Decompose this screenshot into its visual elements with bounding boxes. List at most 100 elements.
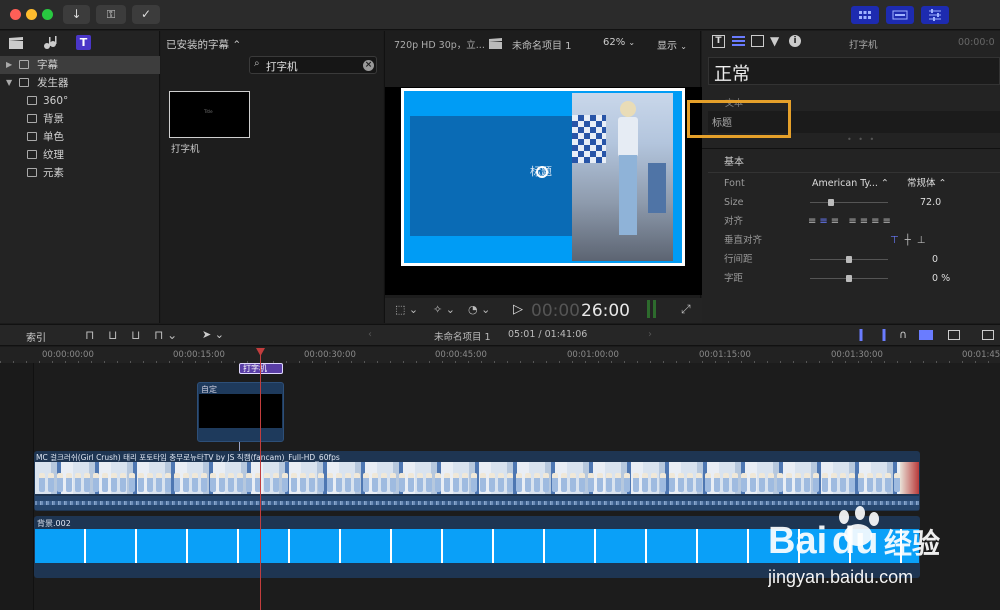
filmstrip-figure: [318, 473, 324, 492]
fullscreen-icon[interactable]: ⤢: [681, 302, 691, 317]
video-frame[interactable]: 标题: [401, 88, 685, 266]
music-icon[interactable]: [42, 35, 58, 51]
select-tool-button[interactable]: ➤ ⌄: [202, 328, 224, 341]
align-buttons[interactable]: ≡≡≡ ≡≡≡≡: [808, 212, 894, 231]
line-spacing-slider[interactable]: [810, 256, 888, 263]
title-tab-icon[interactable]: [732, 36, 745, 47]
filmstrip-figure: [741, 473, 747, 492]
play-button[interactable]: ▷: [513, 302, 523, 317]
filmstrip-figure: [66, 473, 72, 492]
snapping-icon[interactable]: [919, 330, 933, 340]
hanging-jeans: [648, 163, 666, 213]
back-arrow-icon[interactable]: ‹: [368, 329, 372, 340]
effects-browser-icon[interactable]: [982, 330, 994, 340]
sidebar-item-label: 元素: [43, 167, 64, 179]
filmstrip-figure: [183, 473, 189, 492]
sidebar-item-backgrounds[interactable]: 背景: [0, 110, 160, 128]
search-field[interactable]: ⌕ 打字机 ×: [249, 56, 377, 74]
zoom-window-button[interactable]: [42, 9, 53, 20]
close-window-button[interactable]: [10, 9, 21, 20]
filmstrip-figure: [210, 473, 216, 492]
sidebar-item-textures[interactable]: 纹理: [0, 146, 160, 164]
sidebar-item-elements[interactable]: 元素: [0, 164, 160, 182]
zoom-menu[interactable]: 62% ⌄: [603, 37, 635, 48]
ruler-label: 00:00:30:00: [304, 350, 356, 360]
inspector: T ▼ i 打字机 00:00:0 正常 文本 标题 • • • 基本 Font…: [702, 31, 1000, 323]
vertical-align-buttons[interactable]: ⊤┼⊥: [890, 231, 931, 250]
titles-generators-icon[interactable]: T: [76, 35, 91, 50]
title-clip[interactable]: 打字机: [239, 363, 283, 374]
timeline-ruler[interactable]: 00:00:00:00 00:00:15:00 00:00:30:00 00:0…: [0, 347, 1000, 363]
browser-toggle-button[interactable]: [851, 6, 879, 24]
clapper-icon: [489, 38, 502, 49]
row-label: 对齐: [724, 216, 744, 227]
filmstrip-figure: [633, 473, 639, 492]
font-family-popup[interactable]: American Ty... ⌃: [812, 174, 889, 193]
clear-search-icon[interactable]: ×: [363, 60, 374, 71]
enhance-icon[interactable]: ✧ ⌄: [433, 303, 455, 316]
filmstrip-figure: [606, 473, 612, 492]
keywords-button[interactable]: ⚿: [96, 5, 126, 24]
library-sidebar: T ▶ 字幕 ▼ 发生器 360° 背景 单色 纹理 元素: [0, 31, 160, 323]
filmstrip-figure: [489, 473, 495, 492]
connect-clip-button[interactable]: ⊓: [85, 328, 94, 342]
filmstrip-figure: [849, 473, 855, 492]
filmstrip-figure: [147, 473, 153, 492]
size-slider[interactable]: [810, 199, 888, 206]
filter-tab-icon[interactable]: ▼: [770, 34, 779, 48]
disclosure-triangle-icon[interactable]: ▶: [6, 56, 12, 74]
info-tab-icon[interactable]: i: [789, 35, 801, 47]
import-button[interactable]: ↓: [63, 5, 90, 24]
last-frame-thumbnail: [900, 462, 919, 494]
sidebar-item-titles[interactable]: ▶ 字幕: [0, 56, 160, 74]
crosshair-icon[interactable]: [536, 166, 548, 178]
transform-icon[interactable]: ⬚ ⌄: [395, 303, 418, 316]
sidebar-item-360[interactable]: 360°: [0, 92, 160, 110]
video-clip[interactable]: MC 걸크러쉬(Girl Crush) 태리 포토타임 충무로뉴타TV by J…: [34, 451, 920, 511]
minimize-window-button[interactable]: [26, 9, 37, 20]
playhead[interactable]: [260, 350, 261, 610]
titles-icon: [19, 60, 29, 69]
headphones-icon[interactable]: ∩: [899, 328, 907, 341]
tracking-value[interactable]: 0 %: [932, 269, 950, 288]
tracking-slider[interactable]: [810, 275, 888, 282]
append-clip-button[interactable]: ⊔: [131, 328, 140, 342]
size-value[interactable]: 72.0: [920, 193, 941, 212]
search-input[interactable]: 打字机: [266, 59, 298, 74]
index-button[interactable]: 索引: [26, 329, 46, 344]
sidebar-header: T: [0, 31, 160, 55]
clip-appearance-icon[interactable]: [948, 330, 960, 340]
basic-section-header[interactable]: 基本: [702, 148, 1000, 169]
overwrite-clip-button[interactable]: ⊓ ⌄: [154, 328, 177, 342]
speed-icon[interactable]: ◔ ⌄: [468, 303, 490, 316]
resize-handle-icon[interactable]: • • •: [847, 135, 876, 144]
preset-selector[interactable]: 正常: [708, 57, 1000, 85]
generators-icon: [27, 132, 37, 141]
installed-titles-filter[interactable]: 已安装的字幕 ⌃: [166, 37, 241, 52]
timeline-toggle-button[interactable]: [886, 6, 914, 24]
forward-arrow-icon[interactable]: ›: [648, 329, 652, 340]
audio-skimming-icon[interactable]: [877, 329, 891, 341]
view-menu[interactable]: 显示 ⌄: [657, 37, 687, 52]
watermark: Bai du 经验 jingyan.baidu.com: [767, 503, 968, 593]
background-tasks-button[interactable]: ✓: [132, 5, 160, 24]
insert-clip-button[interactable]: ⊔: [108, 328, 117, 342]
filmstrip-figure: [570, 473, 576, 492]
filmstrip-figure: [39, 473, 45, 492]
line-spacing-value[interactable]: 0: [932, 250, 938, 269]
audio-waveform-icon[interactable]: [854, 329, 868, 341]
filmstrip-figure: [660, 473, 666, 492]
disclosure-triangle-icon[interactable]: ▼: [6, 74, 12, 92]
video-tab-icon[interactable]: [751, 35, 764, 47]
filmstrip-figure: [309, 473, 315, 492]
sidebar-item-solids[interactable]: 单色: [0, 128, 160, 146]
title-overlay-box: [410, 116, 578, 236]
sidebar-item-generators[interactable]: ▼ 发生器: [0, 74, 160, 92]
font-style-popup[interactable]: 常规体 ⌃: [907, 174, 946, 193]
filmstrip-figure: [192, 473, 198, 492]
connected-clip[interactable]: 自定: [197, 382, 284, 442]
clip-thumbnail[interactable]: Title: [169, 91, 250, 138]
text-tab-icon[interactable]: T: [712, 35, 725, 48]
inspector-toggle-button[interactable]: [921, 6, 949, 24]
clapper-icon[interactable]: [8, 36, 24, 50]
